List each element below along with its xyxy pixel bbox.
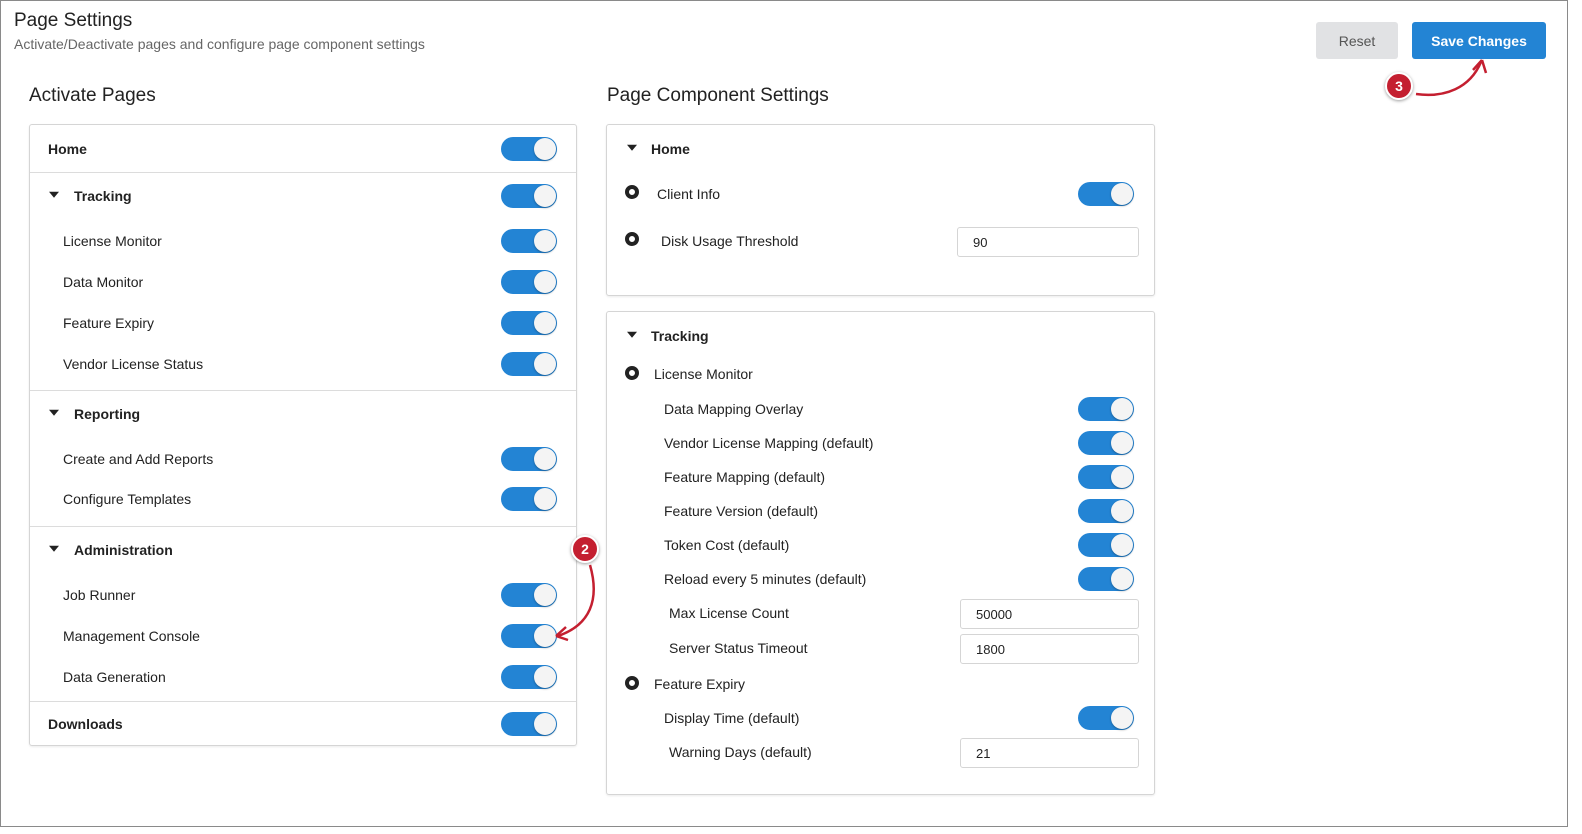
annotation-arrows [555, 59, 1488, 642]
step-3-badge: 3 [1385, 72, 1413, 100]
step-2-badge: 2 [571, 535, 599, 563]
